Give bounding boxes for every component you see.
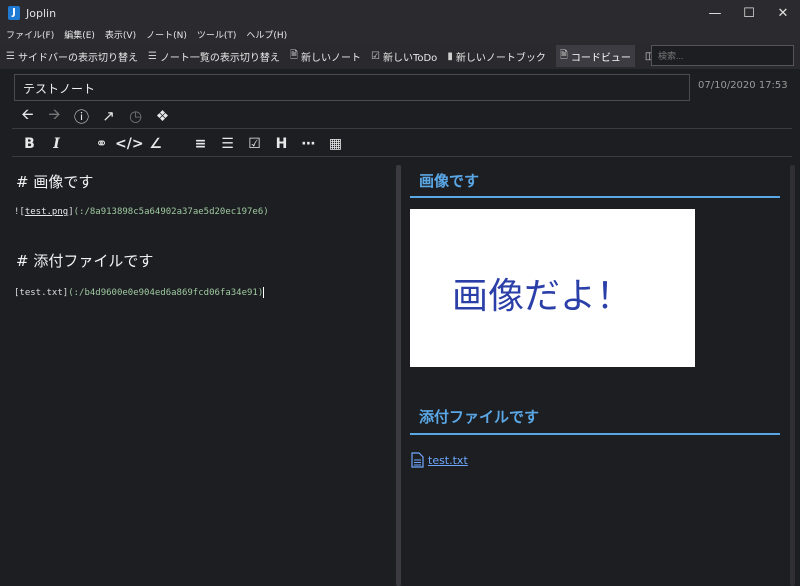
note-nav-toolbar: 🡨 🡪 ⓘ ↗ ◷ ❖ xyxy=(14,104,176,129)
new-todo-label: 新しいToDo xyxy=(382,52,438,64)
text-cursor xyxy=(263,287,265,298)
joplin-logo-icon: J xyxy=(8,6,20,20)
image-md-url: (:/8a913898c5a64902a37ae5d20ec197e6) xyxy=(73,207,269,217)
maximize-button[interactable]: ☐ xyxy=(732,0,766,26)
link-icon[interactable]: ⚭ xyxy=(88,136,115,152)
image-md-alt: test.png xyxy=(24,207,69,217)
heading-icon[interactable]: H xyxy=(268,136,295,152)
file-icon: 🗎 xyxy=(289,49,298,61)
attachment-link[interactable]: test.txt xyxy=(411,452,468,468)
close-button[interactable]: ✕ xyxy=(766,0,800,26)
rendered-image: 画像だよ！ xyxy=(410,209,695,367)
hamburger-icon: ☰ xyxy=(6,50,15,62)
toggle-sidebar-button[interactable]: ☰ サイドバーの表示切り替え xyxy=(6,45,138,67)
checklist-icon[interactable]: ☑ xyxy=(241,136,268,152)
heading-underline xyxy=(410,433,780,435)
bullet-list-icon[interactable]: ☰ xyxy=(214,136,241,152)
attach-md-url: (:/b4d9600e0e904ed6a869fcd06fa34e91) xyxy=(68,288,264,298)
horizontal-rule-icon[interactable]: ⋯ xyxy=(295,136,322,152)
share-icon[interactable]: ↗ xyxy=(95,107,122,125)
image-md-prefix: ![ xyxy=(14,207,25,217)
note-title-input[interactable]: テストノート xyxy=(14,74,690,101)
attach-icon[interactable]: ∠ xyxy=(142,136,169,152)
editor-image-line: ![test.png](:/8a913898c5a64902a37ae5d20e… xyxy=(14,207,269,217)
format-toolbar: B I ⚭ </> ∠ ≡ ☰ ☑ H ⋯ ▦ xyxy=(16,134,349,154)
window-controls: — ☐ ✕ xyxy=(698,0,800,26)
viewer-scrollbar[interactable] xyxy=(790,165,795,586)
viewer-heading-2: 添付ファイルです xyxy=(419,408,540,426)
new-note-label: 新しいノート xyxy=(300,52,361,64)
code-file-icon: 🗎 xyxy=(559,49,568,61)
attachment-link-text[interactable]: test.txt xyxy=(428,454,468,467)
editor-scrollbar[interactable] xyxy=(396,165,401,586)
note-date: 07/10/2020 17:53 xyxy=(698,80,788,91)
viewer-heading-1: 画像です xyxy=(419,172,480,190)
search-input[interactable] xyxy=(651,45,794,66)
minimize-button[interactable]: — xyxy=(698,0,732,26)
file-icon xyxy=(411,452,424,468)
toggle-notelist-label: ノート一覧の表示切り替え xyxy=(159,52,280,64)
menu-bar: ファイル(F) 編集(E) 表示(V) ノート(N) ツール(T) ヘルプ(H) xyxy=(0,26,800,43)
checkbox-icon: ☑ xyxy=(370,50,380,62)
editor-attach-line: [test.txt](:/b4d9600e0e904ed6a869fcd06fa… xyxy=(14,287,265,298)
code-view-button[interactable]: 🗎 コードビュー xyxy=(555,45,635,67)
menu-edit[interactable]: 編集(E) xyxy=(64,28,95,41)
heading-underline xyxy=(410,196,780,198)
menu-help[interactable]: ヘルプ(H) xyxy=(246,28,287,41)
info-icon[interactable]: ⓘ xyxy=(68,106,95,127)
new-note-button[interactable]: 🗎 新しいノート xyxy=(290,45,361,67)
menu-file[interactable]: ファイル(F) xyxy=(6,28,54,41)
editor-heading-2: # 添付ファイルです xyxy=(16,252,154,270)
editor-heading-1: # 画像です xyxy=(16,173,94,191)
numbered-list-icon[interactable]: ≡ xyxy=(187,136,214,152)
window-title: Joplin xyxy=(26,6,57,20)
back-arrow-icon[interactable]: 🡨 xyxy=(14,104,41,129)
markdown-editor[interactable] xyxy=(0,157,402,586)
divider xyxy=(12,128,792,129)
new-notebook-button[interactable]: ▮ 新しいノートブック xyxy=(447,45,546,67)
tags-icon[interactable]: ❖ xyxy=(149,107,176,125)
new-notebook-label: 新しいノートブック xyxy=(455,52,546,64)
book-icon: ▮ xyxy=(447,50,453,62)
image-content-text: 画像だよ！ xyxy=(452,276,633,317)
title-bar: J Joplin — ☐ ✕ xyxy=(0,0,800,26)
toggle-sidebar-label: サイドバーの表示切り替え xyxy=(17,52,138,64)
code-view-label: コードビュー xyxy=(570,52,631,64)
alarm-icon[interactable]: ◷ xyxy=(122,107,149,125)
code-icon[interactable]: </> xyxy=(115,136,144,152)
menu-view[interactable]: 表示(V) xyxy=(105,28,136,41)
attach-md-text: [test.txt] xyxy=(14,288,69,298)
bold-icon[interactable]: B xyxy=(16,136,43,152)
italic-icon[interactable]: I xyxy=(43,136,70,152)
menu-tools[interactable]: ツール(T) xyxy=(197,28,237,41)
new-todo-button[interactable]: ☑ 新しいToDo xyxy=(371,45,437,67)
menu-note[interactable]: ノート(N) xyxy=(146,28,187,41)
calendar-icon[interactable]: ▦ xyxy=(322,136,349,152)
list-icon: ☰ xyxy=(147,50,157,62)
toggle-notelist-button[interactable]: ☰ ノート一覧の表示切り替え xyxy=(148,45,280,67)
forward-arrow-icon[interactable]: 🡪 xyxy=(41,104,68,129)
